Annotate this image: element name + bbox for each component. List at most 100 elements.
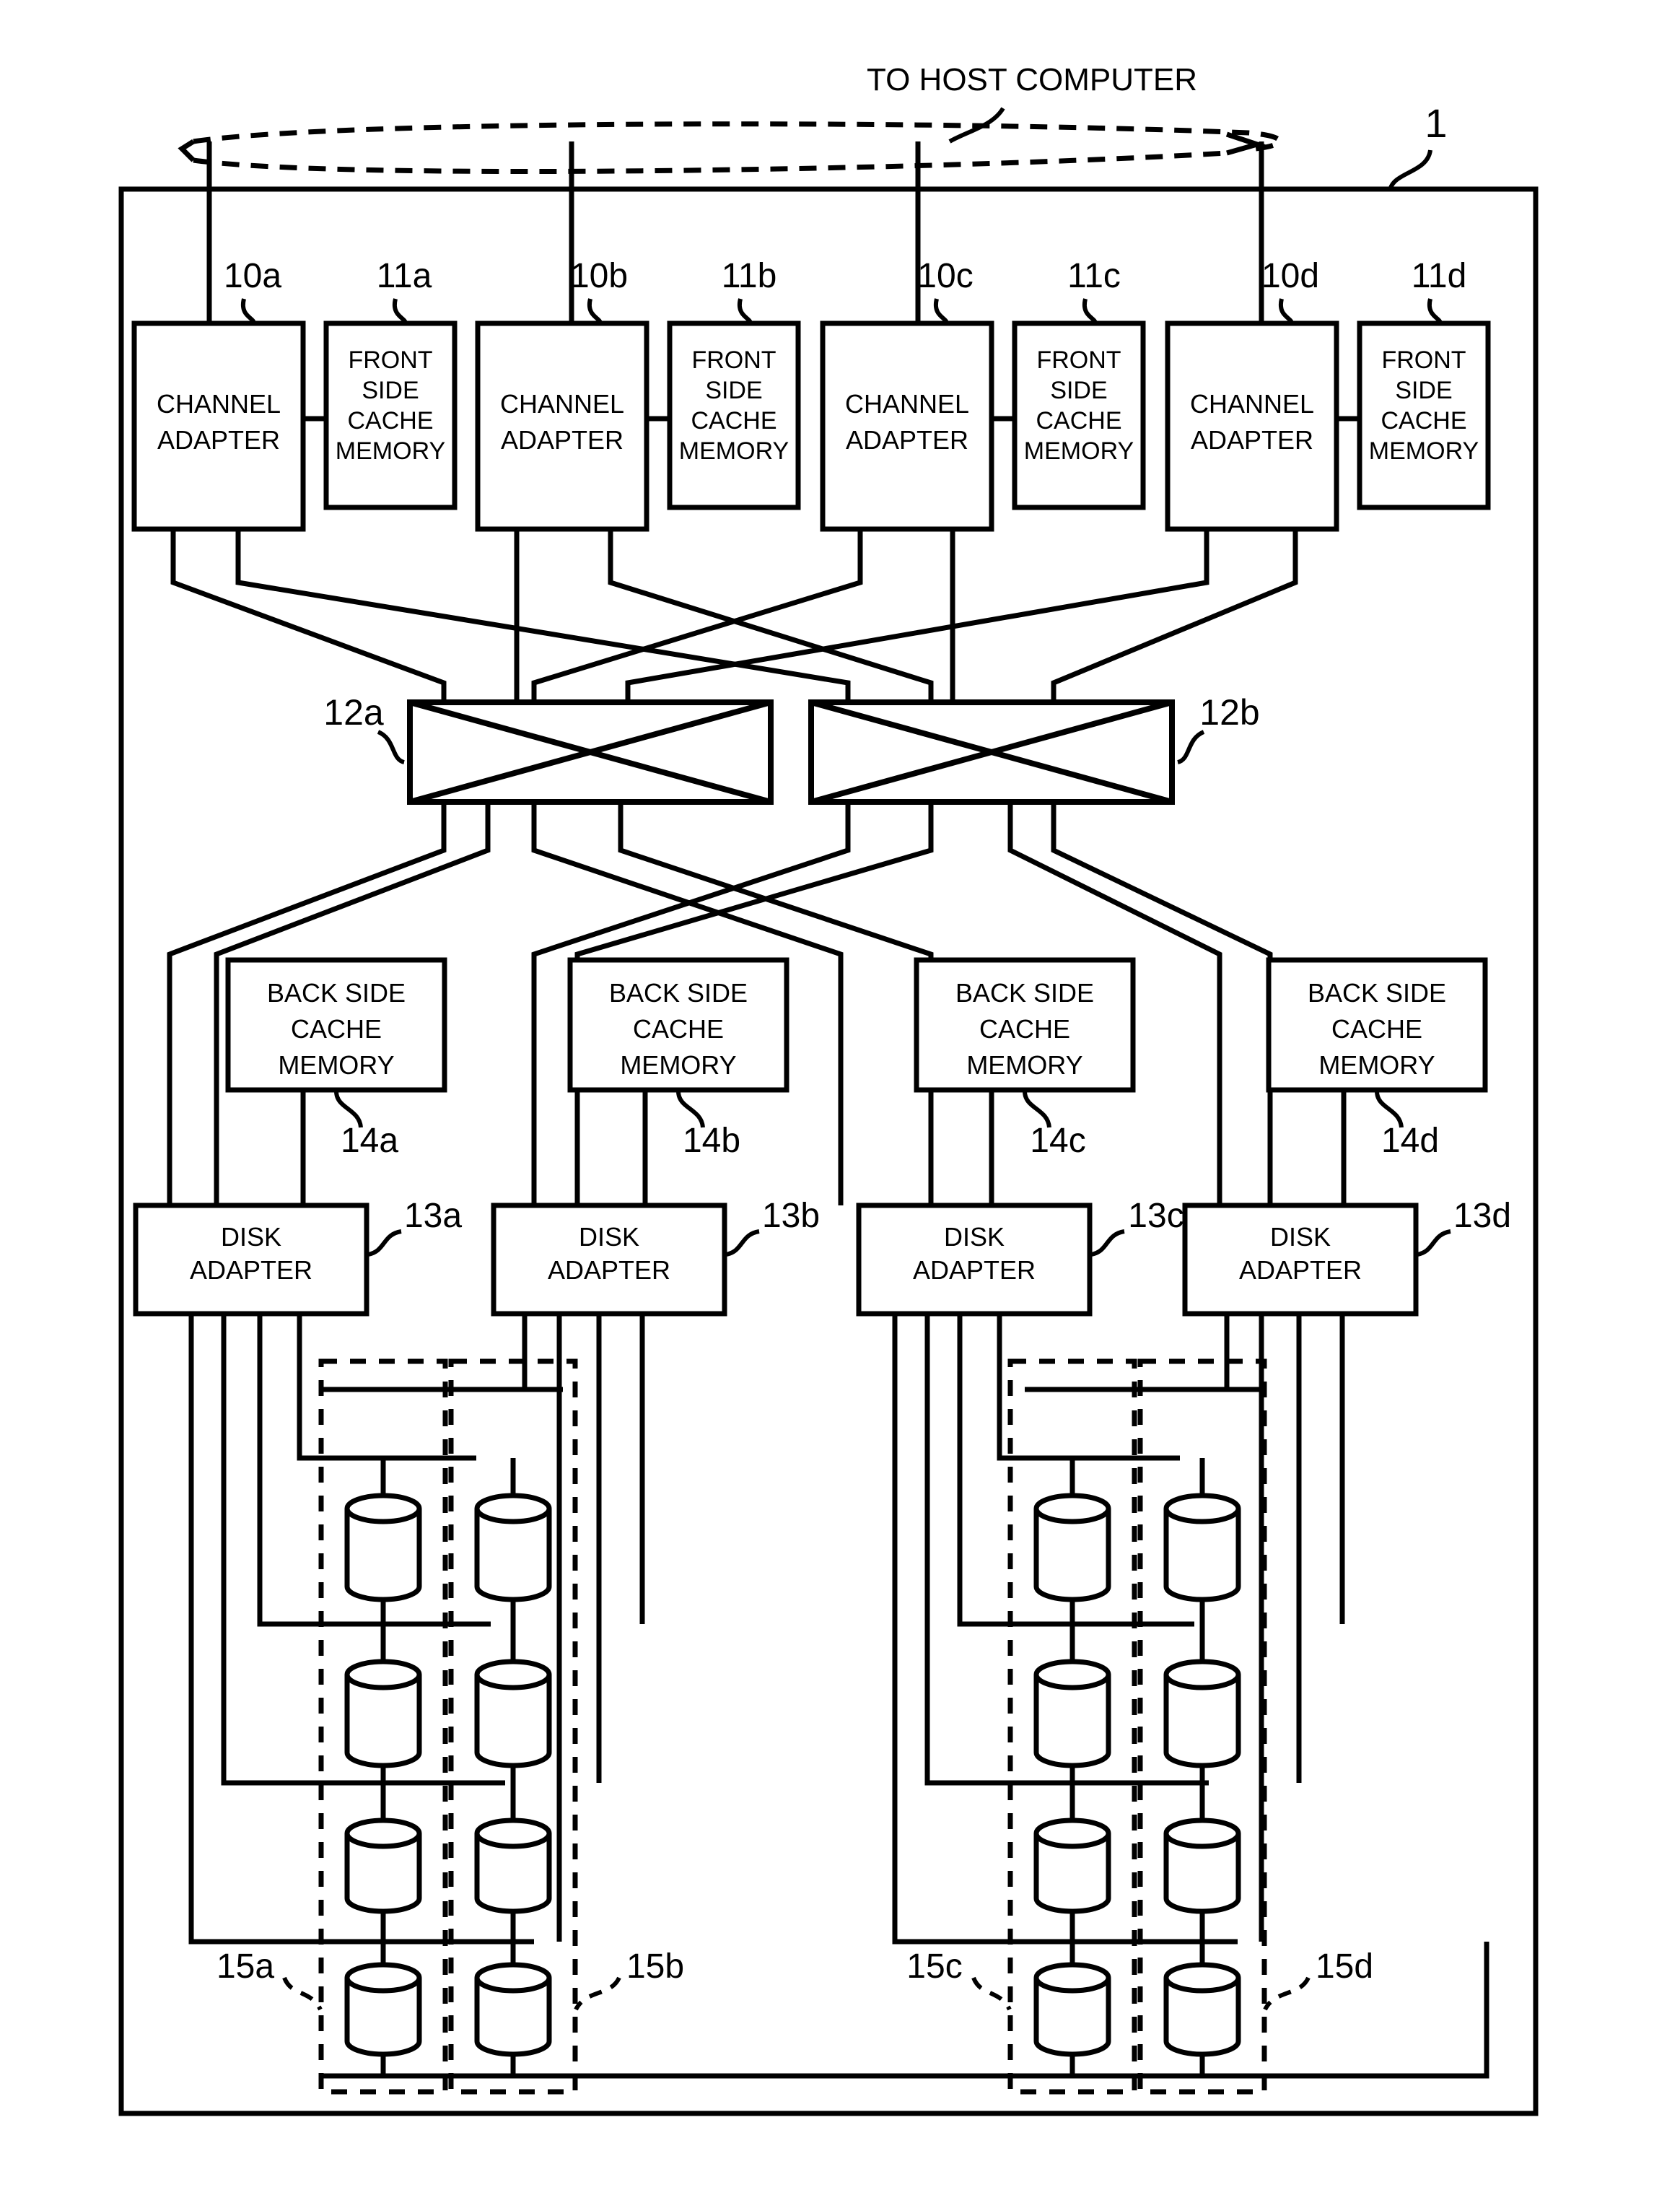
bsc-14a-line2: CACHE: [291, 1014, 382, 1044]
ref-10d: 10d: [1261, 257, 1319, 295]
ref-15a-leader: [282, 1976, 323, 2011]
switch-12a[interactable]: [407, 699, 774, 805]
fsc-11b-line2: SIDE: [705, 377, 762, 404]
disk-adapter-13c-line2: ADAPTER: [913, 1255, 1036, 1285]
ref-12b: 12b: [1199, 692, 1259, 733]
ref-14d: 14d: [1381, 1122, 1439, 1160]
ref-15b: 15b: [626, 1947, 684, 1986]
ref-15c: 15c: [906, 1947, 962, 1986]
disk-adapter-13b[interactable]: DISK ADAPTER: [491, 1203, 727, 1317]
host-link-dashed: [193, 121, 1282, 174]
disk-drive-15b-3: [474, 1783, 552, 1942]
bsc-14c-line1: BACK SIDE: [955, 978, 1094, 1008]
disk-drives: [344, 1458, 1241, 2076]
ref-13c-leader: [1090, 1229, 1125, 1257]
disk-adapter-13a[interactable]: DISK ADAPTER: [133, 1203, 369, 1317]
disk-group-dashed-boxes: [318, 1358, 1267, 2095]
disk-adapter-13c[interactable]: DISK ADAPTER: [856, 1203, 1093, 1317]
fsc-11b-line4: MEMORY: [679, 437, 789, 465]
channel-adapter-10d[interactable]: CHANNEL ADAPTER: [1165, 320, 1339, 532]
channel-adapter-10b-line2: ADAPTER: [501, 425, 624, 455]
disk-adapter-13d-line1: DISK: [1270, 1222, 1331, 1252]
disk-drive-15c-1: [1033, 1458, 1111, 1624]
disk-drive-15a-3: [344, 1783, 422, 1942]
ref-10c: 10c: [917, 257, 973, 295]
bsc-14a-line3: MEMORY: [278, 1050, 394, 1080]
front-side-cache-11c[interactable]: FRONT SIDE CACHE MEMORY: [1012, 320, 1146, 510]
back-side-cache-14a[interactable]: BACK SIDE CACHE MEMORY: [225, 957, 447, 1093]
back-side-cache-14d[interactable]: BACK SIDE CACHE MEMORY: [1266, 957, 1488, 1093]
fsc-11d-line1: FRONT: [1381, 346, 1466, 374]
ref-12a-leader: [377, 730, 406, 764]
ref-13d-leader: [1417, 1229, 1451, 1257]
back-side-cache-14b[interactable]: BACK SIDE CACHE MEMORY: [567, 957, 789, 1093]
ref-15b-leader: [574, 1976, 621, 2011]
disk-adapter-13a-line1: DISK: [221, 1222, 281, 1252]
disk-adapter-13a-line2: ADAPTER: [190, 1255, 312, 1285]
ref-12b-leader: [1176, 730, 1205, 764]
fsc-11d-line3: CACHE: [1381, 407, 1466, 435]
switch-12b[interactable]: [808, 699, 1175, 805]
ref-11b-leader: [737, 298, 753, 324]
bsc-14d-line1: BACK SIDE: [1308, 978, 1446, 1008]
channel-adapter-10c[interactable]: CHANNEL ADAPTER: [820, 320, 994, 532]
ref-15d-leader: [1263, 1976, 1311, 2011]
bsc-14c-line3: MEMORY: [966, 1050, 1082, 1080]
ref-system-1-leader: [1388, 149, 1432, 191]
bsc-14d-line2: CACHE: [1331, 1014, 1422, 1044]
disk-adapter-13d[interactable]: DISK ADAPTER: [1182, 1203, 1419, 1317]
fsc-11c-line2: SIDE: [1050, 377, 1107, 404]
channel-adapter-10b[interactable]: CHANNEL ADAPTER: [475, 320, 649, 532]
bsc-14b-line1: BACK SIDE: [609, 978, 748, 1008]
channel-adapter-10a[interactable]: CHANNEL ADAPTER: [131, 320, 306, 532]
front-side-cache-11a[interactable]: FRONT SIDE CACHE MEMORY: [323, 320, 458, 510]
disk-adapter-13c-line1: DISK: [944, 1222, 1005, 1252]
ref-15c-leader: [971, 1976, 1012, 2011]
fsc-11a-line3: CACHE: [347, 407, 433, 435]
disk-drive-15c-3: [1033, 1783, 1111, 1942]
bsc-14c-line2: CACHE: [979, 1014, 1070, 1044]
ref-11d: 11d: [1412, 257, 1467, 295]
fsc-11b-line1: FRONT: [691, 346, 776, 374]
front-side-cache-11d[interactable]: FRONT SIDE CACHE MEMORY: [1357, 320, 1491, 510]
disk-drive-15d-2: [1163, 1624, 1241, 1783]
back-side-cache-14c[interactable]: BACK SIDE CACHE MEMORY: [914, 957, 1136, 1093]
host-link-arrowhead-right: [1225, 131, 1266, 156]
fsc-11d-line4: MEMORY: [1369, 437, 1479, 465]
fsc-11a-line4: MEMORY: [336, 437, 445, 465]
disk-drive-15c-4: [1033, 1942, 1111, 2076]
host-link-arrowhead: [178, 139, 196, 162]
disk-drive-15c-2: [1033, 1624, 1111, 1783]
bsc-14b-line3: MEMORY: [620, 1050, 736, 1080]
ref-12a: 12a: [323, 692, 384, 733]
channel-adapter-10b-line1: CHANNEL: [500, 389, 624, 419]
fsc-11c-line4: MEMORY: [1024, 437, 1134, 465]
ref-11a: 11a: [377, 257, 432, 295]
front-side-cache-11b[interactable]: FRONT SIDE CACHE MEMORY: [667, 320, 801, 510]
ref-15a: 15a: [216, 1947, 274, 1986]
disk-adapter-13d-line2: ADAPTER: [1239, 1255, 1362, 1285]
fsc-11b-line3: CACHE: [691, 407, 776, 435]
ref-10b: 10b: [570, 257, 628, 295]
ref-11a-leader: [392, 298, 408, 324]
fsc-11c-line3: CACHE: [1036, 407, 1121, 435]
ref-13c: 13c: [1128, 1197, 1184, 1235]
bsc-14a-line1: BACK SIDE: [267, 978, 406, 1008]
disk-drive-15d-1: [1163, 1458, 1241, 1624]
disk-drive-15a-2: [344, 1624, 422, 1783]
ref-14c: 14c: [1030, 1122, 1085, 1160]
disk-drive-15b-1: [474, 1458, 552, 1624]
patent-figure-storage-system: TO HOST COMPUTER 1 CHANNEL ADAPTER 10a F…: [118, 62, 1539, 2116]
right-disk-buses: [892, 1314, 1345, 1945]
bsc-14d-line3: MEMORY: [1318, 1050, 1435, 1080]
to-host-computer-caption: TO HOST COMPUTER: [867, 62, 1197, 97]
ref-11d-leader: [1427, 298, 1443, 324]
ref-10a: 10a: [224, 257, 281, 295]
ref-11b: 11b: [722, 257, 777, 295]
ref-13b-leader: [725, 1229, 760, 1257]
ref-10d-leader: [1278, 298, 1294, 324]
fsc-11a-line2: SIDE: [362, 377, 419, 404]
channel-adapter-10a-line1: CHANNEL: [157, 389, 281, 419]
ref-10b-leader: [587, 298, 603, 324]
ref-14b: 14b: [683, 1122, 740, 1160]
